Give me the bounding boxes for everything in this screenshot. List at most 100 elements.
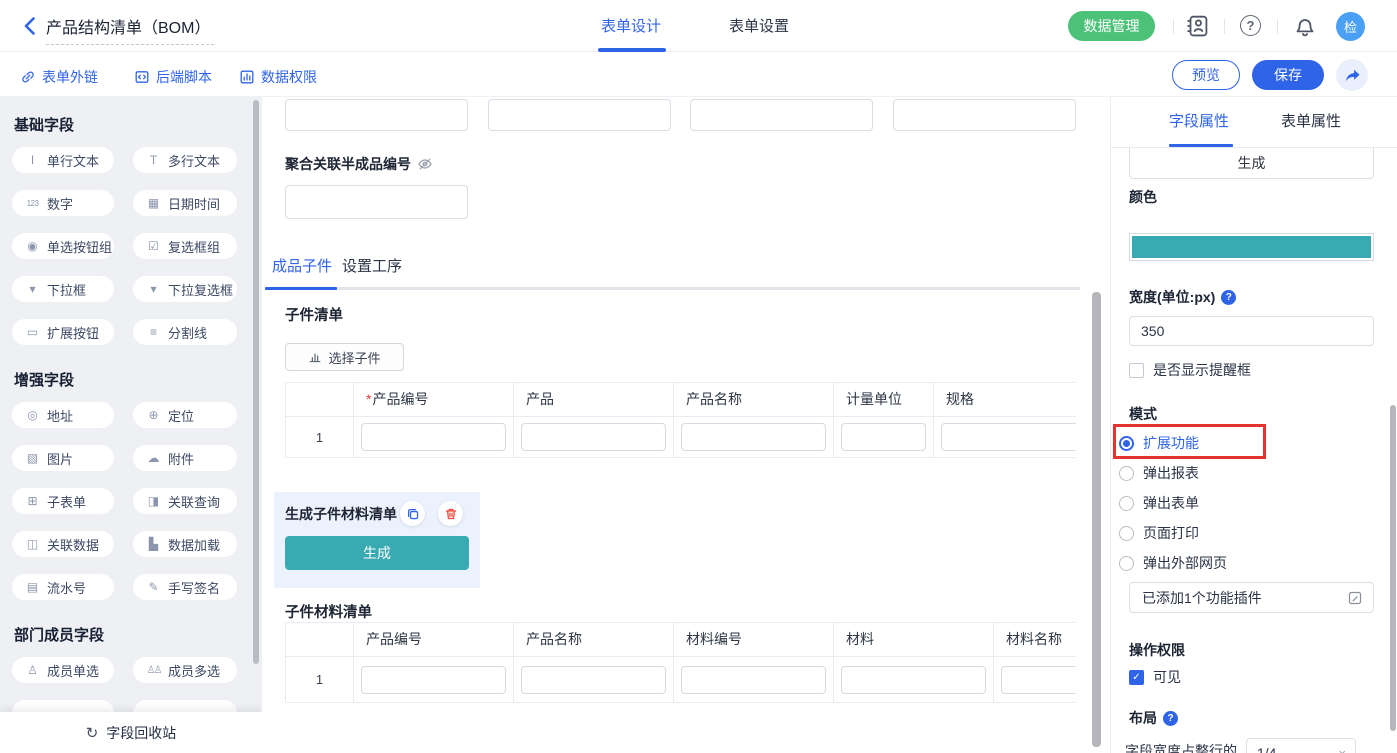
field-item-sub-form[interactable]: ⊞子表单 [12, 488, 114, 514]
table-cell-input[interactable] [681, 423, 826, 451]
mode-option-popup-report[interactable]: 弹出报表 [1119, 463, 1199, 483]
radio-icon [1119, 556, 1134, 571]
field-item-attachment[interactable]: ☁附件 [133, 445, 237, 471]
visible-checkbox[interactable]: ✓ 可见 [1129, 667, 1181, 687]
field-item-divider[interactable]: ≡分割线 [133, 319, 237, 345]
trash-icon [444, 507, 458, 521]
mode-option-label: 弹出表单 [1143, 493, 1199, 513]
field-item-date-time[interactable]: ▦日期时间 [133, 190, 237, 216]
edit-icon[interactable] [1347, 590, 1363, 606]
user-avatar[interactable]: 检 [1336, 12, 1365, 41]
field-item-serial-number[interactable]: ▤流水号 [12, 574, 114, 600]
field-item-multi-line-text[interactable]: T多行文本 [133, 147, 237, 173]
field-item-extend-button[interactable]: ▭扩展按钮 [12, 319, 114, 345]
field-item-image[interactable]: ▧图片 [12, 445, 114, 471]
form-external-link-button[interactable]: 表单外链 [20, 67, 98, 87]
field-label: 复选框组 [168, 237, 220, 256]
delete-widget-button[interactable] [438, 501, 463, 526]
mode-option-page-print[interactable]: 页面打印 [1119, 523, 1199, 543]
field-item-single-line-text[interactable]: I单行文本 [12, 147, 114, 173]
field-item-related-data[interactable]: ◫关联数据 [12, 531, 114, 557]
field-label: 分割线 [168, 323, 207, 342]
show-reminder-checkbox[interactable]: 是否显示提醒框 [1129, 360, 1251, 380]
clear-icon[interactable]: × [1338, 746, 1346, 753]
form-field-input[interactable] [690, 99, 873, 131]
script-icon [134, 69, 150, 85]
color-swatch[interactable] [1132, 236, 1371, 258]
field-item-checkbox-group[interactable]: ☑复选框组 [133, 233, 237, 259]
button-text-preview[interactable]: 生成 [1129, 148, 1374, 179]
tab-form-design[interactable]: 表单设计 [601, 15, 661, 36]
field-library-sidebar: 基础字段 I单行文本 T多行文本 123数字 ▦日期时间 ◉单选按钮组 ☑复选框… [0, 97, 262, 753]
field-recycle-bin-button[interactable]: ↻ 字段回收站 [0, 712, 262, 753]
divider [1173, 19, 1174, 34]
field-item-multi-select[interactable]: ▾下拉复选框 [133, 276, 237, 302]
attachment-icon: ☁ [146, 451, 161, 465]
field-item-number[interactable]: 123数字 [12, 190, 114, 216]
generator-widget-label: 生成子件材料清单 [285, 504, 397, 524]
field-item-radio-group[interactable]: ◉单选按钮组 [12, 233, 114, 259]
generate-button[interactable]: 生成 [285, 536, 469, 570]
panel-scrollbar[interactable] [1390, 405, 1396, 731]
sidebar-scrollbar[interactable] [253, 100, 259, 664]
table-cell-input[interactable] [521, 666, 666, 694]
select-subitem-button[interactable]: 选择子件 [285, 343, 404, 371]
selected-generator-widget[interactable]: 生成子件材料清单 生成 [274, 492, 480, 588]
field-label: 多行文本 [168, 151, 220, 170]
divider [1277, 19, 1278, 34]
tab-process-setup[interactable]: 设置工序 [342, 255, 402, 276]
color-picker[interactable] [1129, 233, 1374, 261]
help-icon[interactable]: ? [1240, 15, 1261, 36]
data-manage-button[interactable]: 数据管理 [1068, 11, 1155, 41]
field-item-data-load[interactable]: ▙数据加载 [133, 531, 237, 557]
field-item-member-single[interactable]: ♙成员单选 [12, 657, 114, 683]
extend-button-icon: ▭ [25, 325, 40, 339]
table-cell-input[interactable] [1001, 666, 1076, 694]
header-cell-spec: 规格 [934, 383, 1076, 417]
field-label: 地址 [47, 406, 73, 425]
table-cell-input[interactable] [841, 666, 986, 694]
plugin-summary-field[interactable]: 已添加1个功能插件 [1129, 582, 1374, 613]
field-item-related-query[interactable]: ◨关联查询 [133, 488, 237, 514]
tab-finished-subitems[interactable]: 成品子件 [272, 255, 332, 276]
layout-width-select[interactable]: 1/4 × [1246, 738, 1356, 753]
save-button[interactable]: 保存 [1252, 60, 1324, 90]
preview-button[interactable]: 预览 [1172, 60, 1240, 90]
field-label: 单行文本 [47, 151, 99, 170]
table-cell-input[interactable] [841, 423, 926, 451]
form-field-input[interactable] [285, 99, 468, 131]
layout-help-icon[interactable]: ? [1163, 711, 1178, 726]
form-field-input[interactable] [488, 99, 671, 131]
width-input[interactable] [1129, 316, 1374, 346]
table-cell-input[interactable] [361, 423, 506, 451]
share-button[interactable] [1336, 59, 1368, 91]
notification-bell-icon[interactable] [1293, 14, 1317, 38]
tab-field-properties[interactable]: 字段属性 [1169, 110, 1229, 131]
table-cell-input[interactable] [521, 423, 666, 451]
tab-form-settings[interactable]: 表单设置 [729, 15, 789, 36]
field-item-location[interactable]: ⊕定位 [133, 402, 237, 428]
table-cell-input[interactable] [361, 666, 506, 694]
field-item-address[interactable]: ◎地址 [12, 402, 114, 428]
mode-option-label: 弹出报表 [1143, 463, 1199, 483]
width-label: 宽度(单位:px) [1129, 287, 1215, 307]
form-field-input[interactable] [893, 99, 1076, 131]
canvas-scrollbar[interactable] [1092, 292, 1101, 747]
form-title[interactable]: 产品结构清单（BOM） [46, 14, 214, 45]
data-permission-button[interactable]: 数据权限 [239, 67, 317, 87]
mode-option-popup-form[interactable]: 弹出表单 [1119, 493, 1199, 513]
width-help-icon[interactable]: ? [1221, 290, 1236, 305]
aggregate-field-input[interactable] [285, 185, 468, 219]
copy-widget-button[interactable] [400, 501, 425, 526]
field-item-member-multi[interactable]: ♙♙成员多选 [133, 657, 237, 683]
contacts-icon[interactable] [1186, 14, 1210, 38]
backend-script-button[interactable]: 后端脚本 [134, 67, 212, 87]
field-item-select[interactable]: ▾下拉框 [12, 276, 114, 302]
table-cell-input[interactable] [941, 423, 1076, 451]
field-item-signature[interactable]: ✎手写签名 [133, 574, 237, 600]
radio-icon [1119, 496, 1134, 511]
mode-option-popup-external-page[interactable]: 弹出外部网页 [1119, 553, 1227, 573]
back-button[interactable] [18, 13, 44, 39]
table-cell-input[interactable] [681, 666, 826, 694]
tab-form-properties[interactable]: 表单属性 [1281, 110, 1341, 131]
